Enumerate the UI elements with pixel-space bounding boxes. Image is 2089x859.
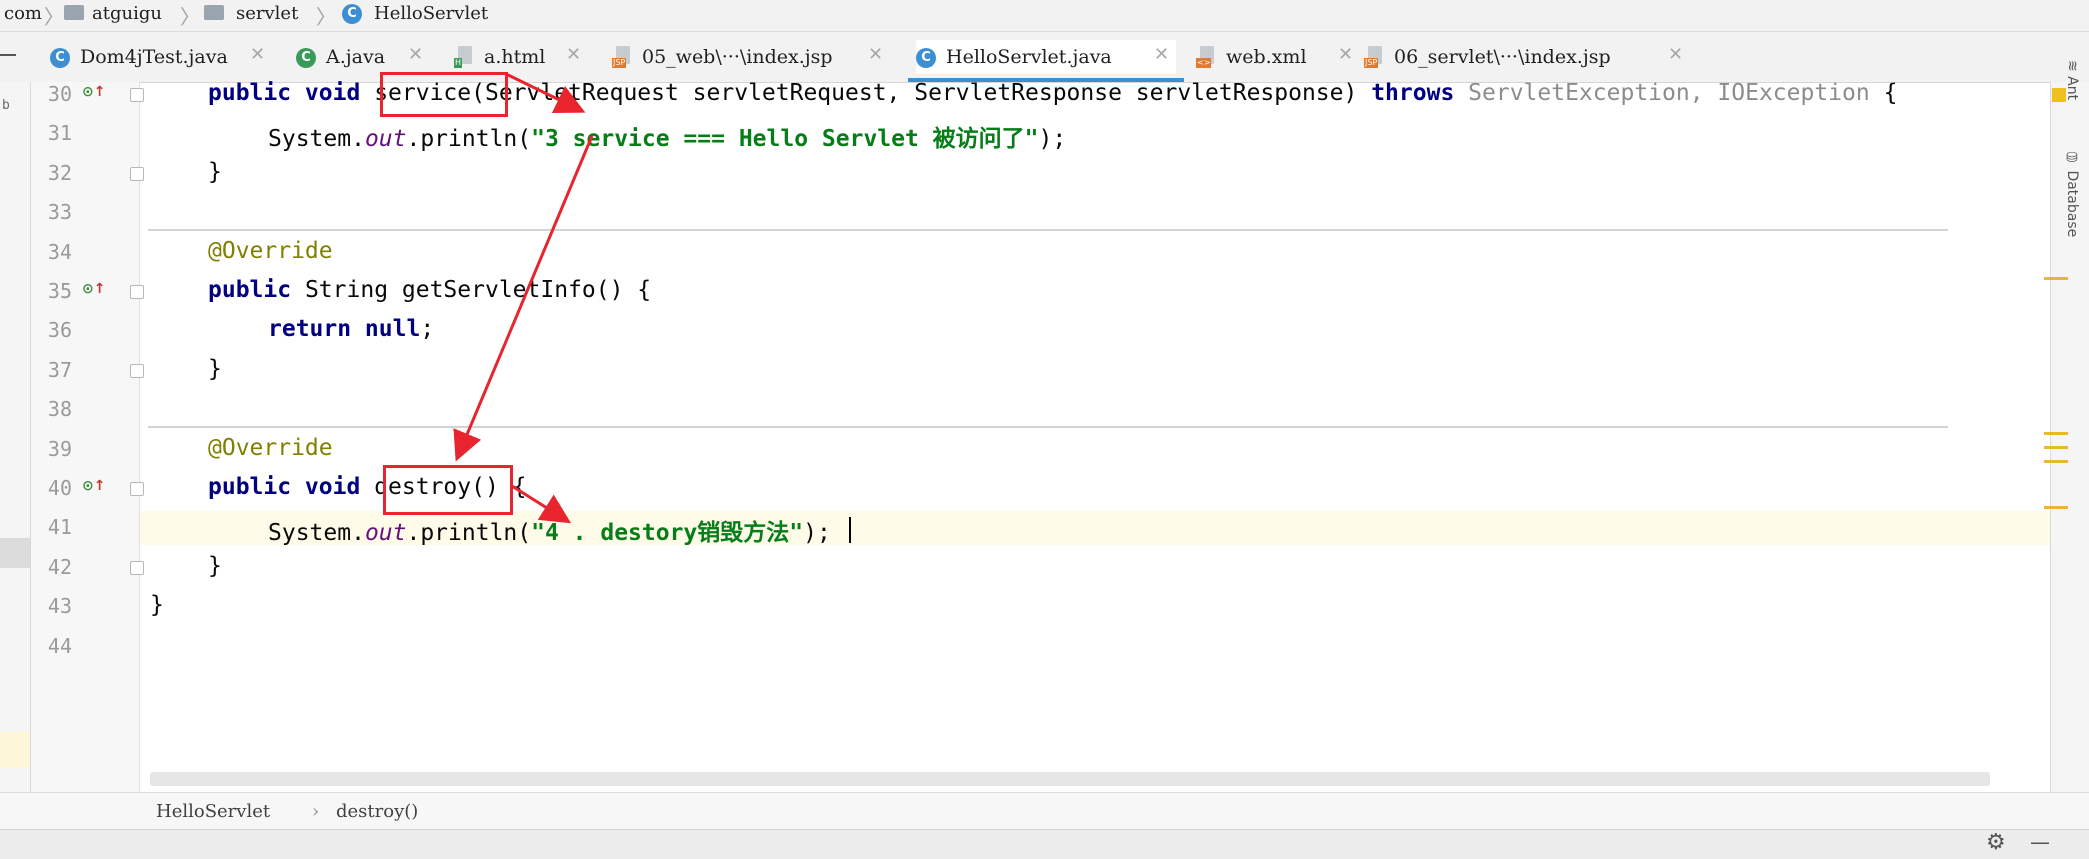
breadcrumb-separator: ›	[312, 801, 320, 822]
scroll-marker[interactable]	[2044, 277, 2068, 280]
arrow-service-to-destroy	[453, 135, 594, 462]
scroll-marker[interactable]	[2044, 432, 2068, 435]
scroll-marker[interactable]	[2044, 446, 2068, 449]
annotation-arrows	[453, 72, 594, 524]
arrow-to-destroy-string	[511, 484, 572, 524]
bottom-status-bar: ⚙ —	[0, 829, 2089, 859]
tool-window-label[interactable]: ⛁ Database	[2064, 150, 2080, 237]
scroll-marker[interactable]	[2044, 506, 2068, 509]
scroll-marker[interactable]	[2044, 460, 2068, 463]
arrow-to-service-string	[505, 72, 586, 113]
status-breadcrumb-class[interactable]: HelloServlet	[156, 801, 270, 822]
status-breadcrumb-method[interactable]: destroy()	[336, 801, 418, 822]
tool-window-label[interactable]: ≋ Ant	[2064, 60, 2080, 100]
gear-icon[interactable]: ⚙	[1986, 830, 2006, 855]
editor-breadcrumb-bar: HelloServlet › destroy()	[0, 792, 2089, 829]
horizontal-scrollbar[interactable]	[150, 772, 1990, 786]
minimize-icon[interactable]: —	[2030, 830, 2050, 854]
